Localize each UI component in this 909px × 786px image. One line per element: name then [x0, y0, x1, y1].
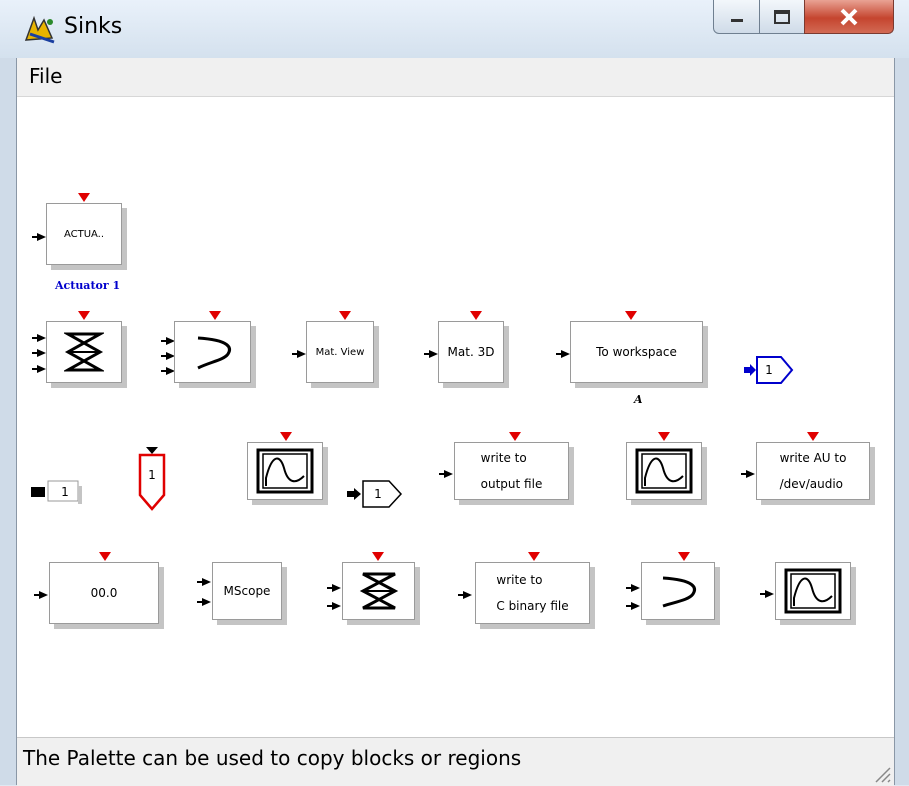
- xy-scope-icon: [196, 336, 231, 370]
- input-port: [424, 350, 438, 358]
- scope-xy-block[interactable]: [174, 321, 251, 383]
- scope-xy-block-2[interactable]: [641, 562, 715, 620]
- block-label: write to C binary file: [496, 573, 569, 613]
- cmscope-block-2[interactable]: [342, 562, 415, 620]
- maximize-icon: [774, 9, 790, 24]
- event-input-port: [509, 432, 521, 441]
- port-number: 1: [148, 468, 156, 482]
- event-input-port: [99, 552, 111, 561]
- event-input-port: [528, 552, 540, 561]
- block-label: Mat. View: [315, 346, 365, 358]
- block-label: 00.0: [90, 586, 118, 600]
- input-port: [327, 584, 341, 592]
- block-caption: Actuator 1: [55, 279, 121, 292]
- input-port: [458, 591, 472, 599]
- input-port: [32, 349, 46, 357]
- cscope-block[interactable]: [247, 442, 323, 500]
- display-value: 1: [61, 485, 69, 499]
- write-output-file-block[interactable]: write to output file: [454, 442, 569, 500]
- display-icon: [31, 480, 82, 504]
- close-icon: [840, 8, 858, 25]
- maximize-button[interactable]: [759, 0, 805, 34]
- write-au-block[interactable]: write AU to /dev/audio: [756, 442, 870, 500]
- close-button[interactable]: [804, 0, 894, 34]
- scope-icon: [256, 448, 314, 494]
- block-label: write AU to /dev/audio: [779, 451, 847, 491]
- resize-grip-icon[interactable]: [870, 762, 892, 784]
- actuator-block[interactable]: ACTUA..: [46, 203, 122, 265]
- palette-canvas[interactable]: ACTUA.. Actuator 1 Mat. View Mat. 3D To …: [17, 97, 894, 737]
- input-port: [32, 365, 46, 373]
- client-area: File ACTUA.. Actuator 1 Mat. View Mat. 3…: [16, 58, 895, 786]
- input-port: [197, 578, 211, 586]
- cscope-block-2[interactable]: [626, 442, 702, 500]
- write-c-binary-block[interactable]: write to C binary file: [475, 562, 590, 624]
- out-port-blue-block[interactable]: 1: [744, 353, 794, 387]
- input-port: [760, 590, 774, 598]
- input-port: [626, 602, 640, 610]
- input-port: [197, 598, 211, 606]
- xy-scope-icon: [662, 576, 696, 608]
- event-input-port: [470, 311, 482, 320]
- status-bar: The Palette can be used to copy blocks o…: [17, 737, 894, 786]
- port-number: 1: [374, 487, 382, 501]
- bowtie-scope-icon: [64, 332, 104, 372]
- minimize-button[interactable]: [713, 0, 760, 34]
- block-label: ACTUA..: [63, 228, 105, 240]
- port-number: 1: [765, 363, 773, 377]
- event-input-port: [78, 193, 90, 202]
- cmscope-block[interactable]: [46, 321, 122, 383]
- menu-file[interactable]: File: [29, 64, 62, 88]
- event-output-block[interactable]: 1: [138, 447, 166, 515]
- event-input-port: [339, 311, 351, 320]
- event-input-port: [625, 311, 637, 320]
- sinks-window: Sinks File ACTUA.. Actuator 1 Mat. View …: [0, 0, 909, 786]
- input-port: [292, 350, 306, 358]
- scilab-app-icon: [24, 15, 55, 44]
- bowtie-scope-icon: [359, 572, 398, 610]
- event-input-port: [807, 432, 819, 441]
- input-port: [32, 334, 46, 342]
- block-label: write to output file: [480, 451, 543, 491]
- title-bar[interactable]: Sinks: [0, 0, 909, 58]
- input-port: [626, 584, 640, 592]
- mat-view-block[interactable]: Mat. View: [306, 321, 374, 383]
- block-label: Mat. 3D: [447, 345, 495, 359]
- input-port: [556, 350, 570, 358]
- window-title: Sinks: [64, 14, 123, 39]
- status-text: The Palette can be used to copy blocks o…: [23, 746, 522, 770]
- cscope-block-3[interactable]: [775, 562, 851, 620]
- input-port: [741, 470, 755, 478]
- output-port-block[interactable]: 1: [347, 477, 405, 511]
- mat-3d-block[interactable]: Mat. 3D: [438, 321, 504, 383]
- block-caption: A: [634, 393, 643, 406]
- block-label: To workspace: [596, 345, 677, 359]
- scope-icon: [784, 568, 842, 614]
- minimize-icon: [730, 18, 743, 22]
- input-port: [32, 233, 46, 241]
- scope-icon: [635, 448, 693, 494]
- display-block[interactable]: 1: [31, 480, 83, 504]
- affich-block[interactable]: 00.0: [49, 562, 159, 624]
- event-input-port: [372, 552, 384, 561]
- event-input-port: [658, 432, 670, 441]
- mscope-block[interactable]: MScope: [212, 562, 282, 620]
- block-label: MScope: [223, 584, 271, 598]
- input-port: [327, 602, 341, 610]
- event-input-port: [280, 432, 292, 441]
- menu-bar: File: [17, 58, 894, 97]
- event-input-port: [209, 311, 221, 320]
- to-workspace-block[interactable]: To workspace: [570, 321, 703, 383]
- input-port: [439, 470, 453, 478]
- event-input-port: [678, 552, 690, 561]
- event-input-port: [78, 311, 90, 320]
- input-port: [34, 591, 48, 599]
